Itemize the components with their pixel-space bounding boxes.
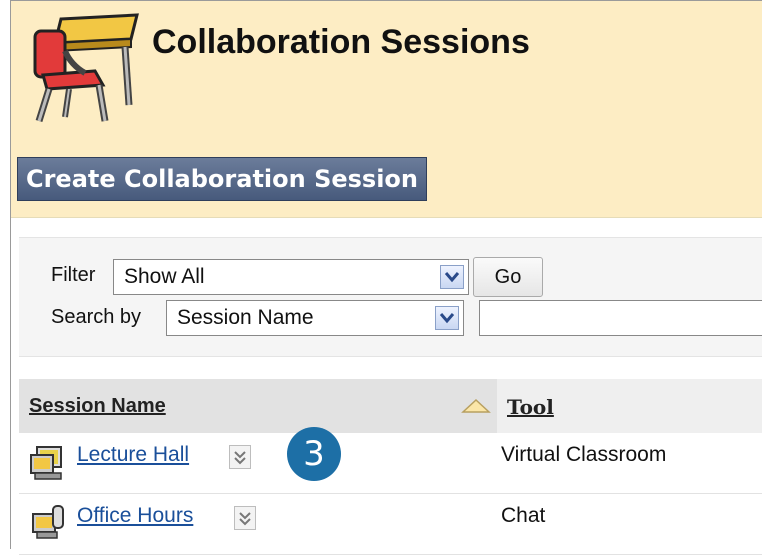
- column-header-session-name[interactable]: Session Name: [29, 395, 166, 418]
- search-by-label: Search by: [51, 306, 142, 328]
- row-menu-button[interactable]: [229, 445, 251, 469]
- search-by-select[interactable]: Session Name: [166, 300, 464, 336]
- session-link-lecture-hall[interactable]: Lecture Hall: [77, 443, 189, 467]
- table-row: Lecture Hall Virtual Classroom: [19, 433, 762, 494]
- classroom-desk-icon: [33, 13, 139, 123]
- session-tool: Chat: [501, 504, 546, 527]
- search-input[interactable]: [479, 300, 762, 336]
- column-header-tool[interactable]: Tool: [507, 395, 554, 419]
- filter-select-value: Show All: [124, 265, 205, 288]
- content-frame: Collaboration Sessions Create Collaborat…: [10, 0, 762, 555]
- filter-select[interactable]: Show All: [113, 259, 469, 295]
- search-by-select-value: Session Name: [177, 306, 314, 329]
- chevron-down-icon[interactable]: [440, 265, 464, 289]
- action-bar: Create Collaboration Session: [11, 142, 762, 218]
- go-button[interactable]: Go: [473, 257, 543, 297]
- row-menu-button[interactable]: [234, 506, 256, 530]
- session-tool: Virtual Classroom: [501, 443, 667, 466]
- virtual-classroom-icon: [30, 446, 62, 480]
- page-header: Collaboration Sessions: [11, 1, 762, 143]
- chevron-down-icon: [239, 512, 251, 526]
- filter-label: Filter: [51, 264, 96, 286]
- table-row: Office Hours Chat: [19, 494, 762, 555]
- chat-icon: [32, 505, 64, 539]
- create-collaboration-session-button[interactable]: Create Collaboration Session: [17, 157, 427, 201]
- chevron-down-icon[interactable]: [435, 306, 459, 330]
- step-callout-badge: 3: [287, 427, 341, 481]
- page-title: Collaboration Sessions: [152, 23, 530, 61]
- chevron-down-icon: [234, 451, 246, 465]
- sort-ascending-icon[interactable]: [461, 398, 491, 414]
- filter-panel: Filter Show All Go Search by Session Nam…: [19, 237, 762, 357]
- table-header: Session Name Tool: [19, 379, 762, 433]
- session-link-office-hours[interactable]: Office Hours: [77, 504, 193, 528]
